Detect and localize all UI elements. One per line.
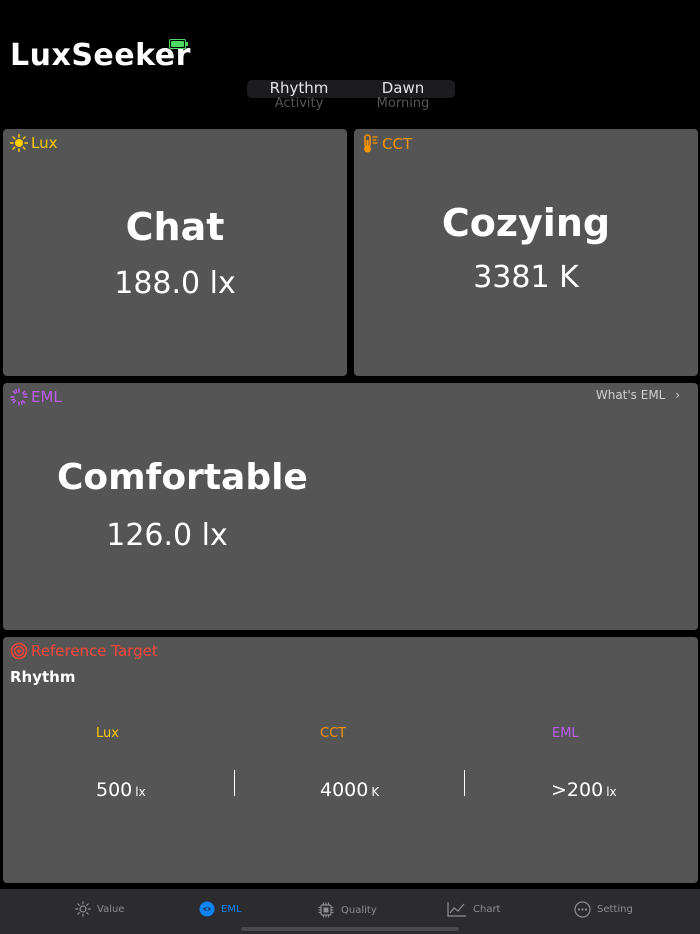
reference-eml-label: EML <box>552 726 579 741</box>
reference-eml-value: >200 lx <box>551 779 617 801</box>
ellipsis-circle-icon <box>574 901 591 918</box>
reference-card-title: Reference Target <box>31 642 158 660</box>
reference-lux-unit: lx <box>135 785 146 799</box>
lux-value: 188.0 lx <box>114 266 236 301</box>
battery-icon <box>169 39 188 49</box>
eye-icon <box>199 901 215 917</box>
tab-quality-label: Quality <box>341 904 377 916</box>
segment-rhythm-label: Rhythm <box>269 79 329 97</box>
reference-card-header: Reference Target <box>10 642 158 660</box>
segment-dawn-label: Dawn <box>381 79 425 97</box>
home-indicator <box>241 927 459 931</box>
lux-card-header: Lux <box>10 134 57 152</box>
eml-card-title: EML <box>31 388 62 406</box>
target-icon <box>10 642 28 660</box>
reference-divider <box>234 770 235 796</box>
cct-card-title: CCT <box>382 135 413 153</box>
reference-eml-unit: lx <box>606 785 617 799</box>
reference-cct-number: 4000 <box>320 779 369 801</box>
tab-chart[interactable]: Chart <box>447 901 500 917</box>
reference-eml-number: >200 <box>551 779 604 801</box>
segment-rhythm[interactable]: Rhythm Activity <box>247 79 351 111</box>
reference-lux-number: 500 <box>96 779 133 801</box>
sun-icon <box>10 134 28 152</box>
reference-divider <box>464 770 465 796</box>
cct-card-header: CCT <box>361 134 412 154</box>
mode-segment[interactable]: Rhythm Activity Dawn Morning <box>247 80 455 110</box>
lux-card-title: Lux <box>31 134 58 152</box>
chip-icon <box>318 902 334 918</box>
whats-eml-label: What's EML <box>595 388 666 402</box>
chevron-right-icon: › <box>675 388 680 402</box>
reference-card: Reference Target Rhythm <box>3 637 698 883</box>
cct-value: 3381 K <box>473 260 579 295</box>
eml-card[interactable]: EML What's EML › Comfortable 126.0 lx <box>3 383 698 630</box>
tab-value[interactable]: Value <box>75 901 124 917</box>
tab-quality[interactable]: Quality <box>317 901 377 919</box>
thermometer-icon <box>364 134 378 153</box>
app-title: LuxSeeker <box>10 38 191 73</box>
cct-status: Cozying <box>441 201 611 245</box>
eml-card-header: EML <box>10 388 62 406</box>
reference-lux-label: Lux <box>96 726 119 741</box>
segment-dawn-sub: Morning <box>376 96 430 111</box>
segment-dawn[interactable]: Dawn Morning <box>351 79 455 111</box>
lux-status: Chat <box>125 205 225 249</box>
reference-cct-label: CCT <box>320 726 347 741</box>
tab-setting[interactable]: Setting <box>574 901 633 918</box>
eml-status: Comfortable <box>57 457 308 498</box>
reference-subtitle: Rhythm <box>10 668 76 686</box>
lux-card[interactable]: Lux Chat 188.0 lx <box>3 129 347 376</box>
radial-burst-icon <box>10 388 28 406</box>
segment-rhythm-sub: Activity <box>274 96 324 111</box>
chart-icon <box>447 902 466 917</box>
tab-value-label: Value <box>97 903 125 915</box>
tab-setting-label: Setting <box>597 904 633 915</box>
reference-cct-unit: K <box>371 785 380 799</box>
cct-card[interactable]: CCT Cozying 3381 K <box>354 129 698 376</box>
sun-icon <box>75 901 91 917</box>
tab-eml[interactable]: EML <box>199 901 242 917</box>
reference-cct-value: 4000 K <box>320 779 379 801</box>
whats-eml-link[interactable]: What's EML › <box>596 388 680 402</box>
tab-chart-label: Chart <box>473 903 501 915</box>
eml-value: 126.0 lx <box>106 518 228 553</box>
reference-lux-value: 500 lx <box>96 779 146 801</box>
tab-eml-label: EML <box>221 903 242 915</box>
